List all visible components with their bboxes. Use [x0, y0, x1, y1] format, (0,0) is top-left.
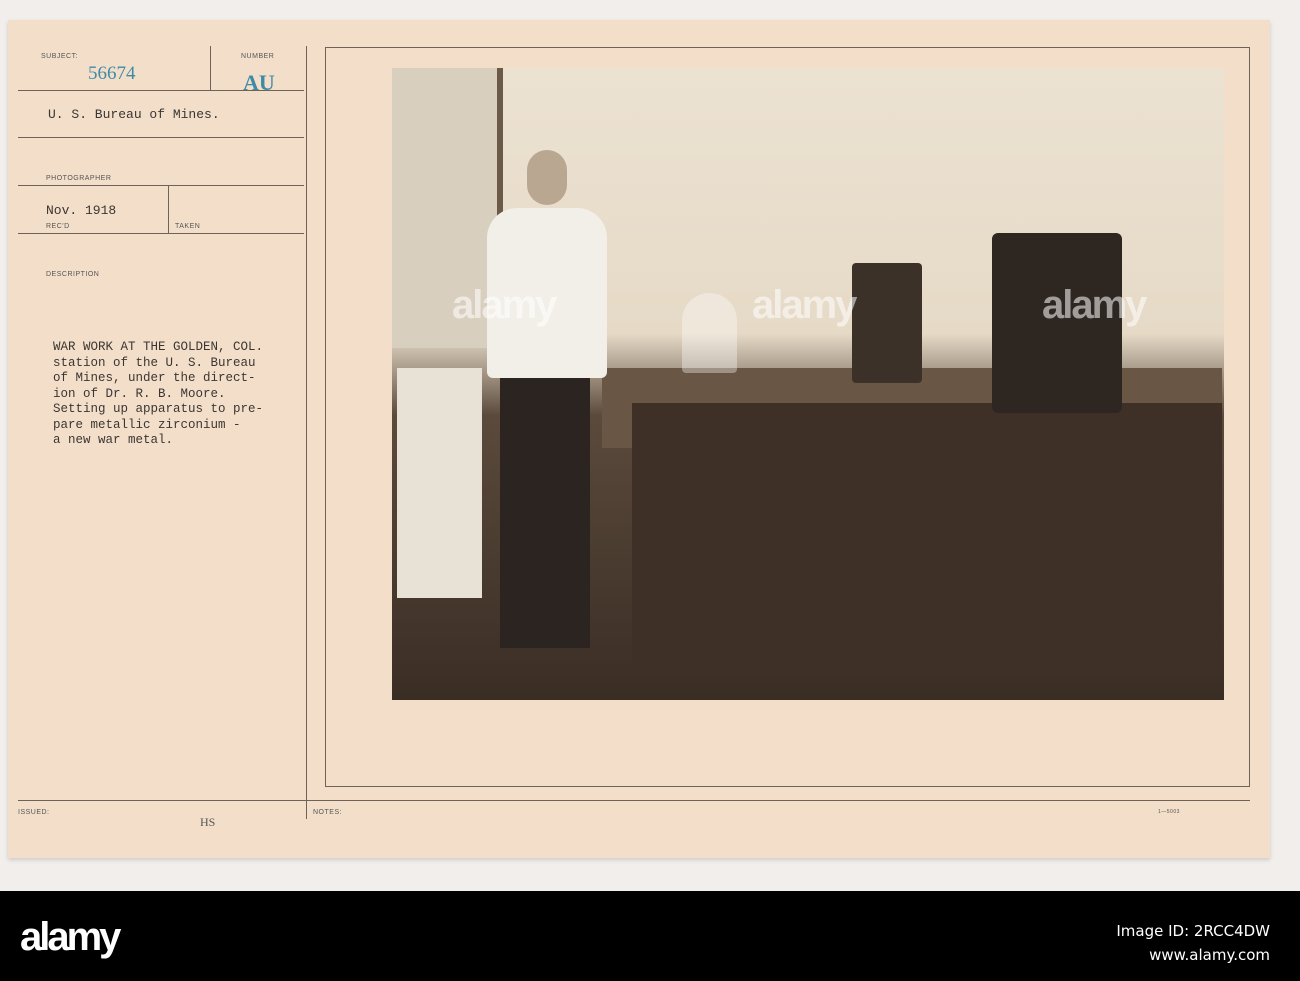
paper-sheet: [397, 368, 482, 598]
divider: [18, 90, 304, 91]
description-line: WAR WORK AT THE GOLDEN, COL.: [53, 340, 264, 354]
divider: [306, 46, 307, 819]
site-url: www.alamy.com: [1149, 946, 1270, 964]
number-value: AU: [243, 70, 275, 95]
alamy-logo: alamy: [20, 915, 121, 959]
divider: [18, 233, 304, 234]
watermark: alamy: [1042, 283, 1147, 327]
description-line: of Mines, under the direct-: [53, 371, 256, 385]
subject-number: 56674: [88, 63, 136, 84]
issued-value: HS: [200, 815, 216, 829]
divider: [18, 185, 304, 186]
pressure-vessel: [852, 263, 922, 383]
taken-label: TAKEN: [175, 223, 201, 230]
description-line: ion of Dr. R. B. Moore.: [53, 386, 226, 401]
notes-label: NOTES:: [313, 809, 343, 816]
stock-footer: alamy Image ID: 2RCC4DW www.alamy.com: [0, 891, 1300, 981]
issued-label: ISSUED:: [18, 809, 50, 816]
man-head: [527, 150, 567, 205]
description-line: a new war metal.: [53, 433, 174, 447]
description: WAR WORK AT THE GOLDEN, COL. station of t…: [53, 340, 263, 449]
divider: [18, 800, 1250, 801]
number-label: NUMBER: [241, 53, 275, 60]
divider: [18, 137, 304, 138]
subject-label: SUBJECT:: [41, 53, 79, 60]
man-trousers: [500, 378, 590, 648]
laboratory-photograph: alamy alamy alamy: [392, 68, 1224, 700]
divider: [168, 185, 169, 233]
description-line: pare metallic zirconium -: [53, 417, 241, 432]
description-line: station of the U. S. Bureau: [53, 355, 256, 370]
description-line: Setting up apparatus to pre-: [53, 402, 264, 416]
cabinet: [632, 403, 1222, 673]
photographer-label: PHOTOGRAPHER: [46, 175, 112, 182]
bell-jar: [682, 293, 737, 373]
recd-label: REC'D: [46, 223, 70, 230]
description-label: DESCRIPTION: [46, 271, 100, 278]
image-id: Image ID: 2RCC4DW: [1116, 922, 1270, 940]
divider: [210, 46, 211, 90]
form-number: 1—5003: [1158, 809, 1180, 815]
watermark: alamy: [752, 283, 857, 327]
date-received: Nov. 1918: [46, 203, 117, 218]
watermark: alamy: [452, 283, 557, 327]
agency: U. S. Bureau of Mines.: [48, 107, 220, 122]
